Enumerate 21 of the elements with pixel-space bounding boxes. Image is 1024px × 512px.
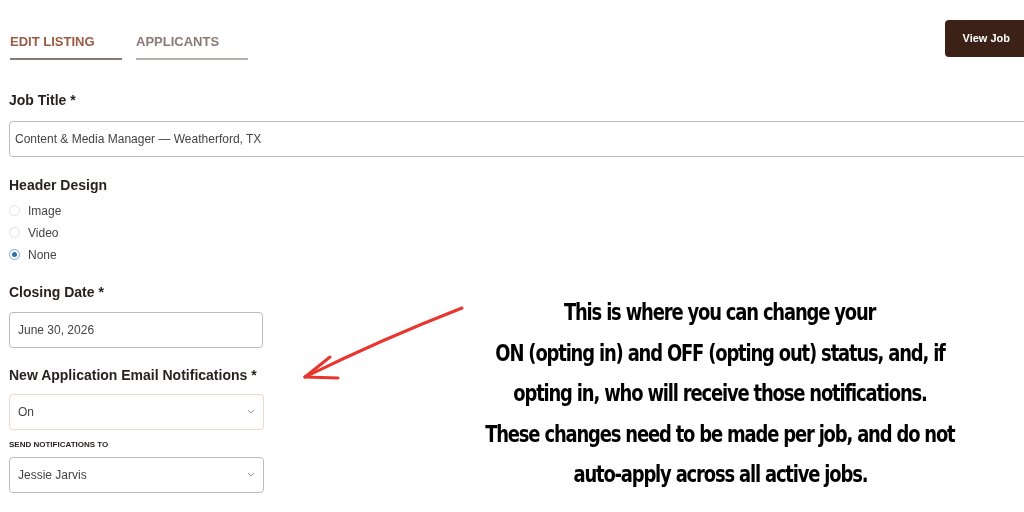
annotation-text: These changes need to be made per job, and do not — [485, 419, 955, 449]
recipient-select[interactable]: Jessie Jarvis — [9, 456, 264, 493]
tab[interactable]: EDIT LISTING — [10, 20, 122, 60]
field-label: Header Design — [9, 175, 109, 195]
closing-date-field[interactable]: June 30, 2026 — [9, 311, 263, 348]
field-label: Closing Date * — [9, 282, 105, 302]
job-title-field[interactable]: Content & Media Manager — Weatherford, TX — [9, 120, 1024, 157]
tab[interactable]: APPLICANTS — [136, 20, 248, 60]
annotation-text: This is where you can change your — [564, 298, 876, 327]
annotation-text: opting in, who will receive those notifications. — [513, 379, 927, 408]
view-job-button[interactable]: View Job — [944, 20, 1024, 57]
radio-label: None — [28, 246, 57, 264]
chevron-down-icon — [247, 472, 255, 477]
chevron-down-icon — [247, 409, 255, 414]
field-label: Job Title * — [9, 90, 77, 110]
radio-label: Image — [28, 202, 62, 220]
annotation-text: ON (opting in) and OFF (opting out) status, and, if — [495, 338, 945, 368]
notifications-select[interactable]: On — [9, 393, 264, 430]
field-label: New Application Email Notifications * — [9, 365, 258, 385]
annotation-text: auto-apply across all active jobs. — [573, 460, 867, 489]
radio-label: Video — [28, 224, 59, 242]
